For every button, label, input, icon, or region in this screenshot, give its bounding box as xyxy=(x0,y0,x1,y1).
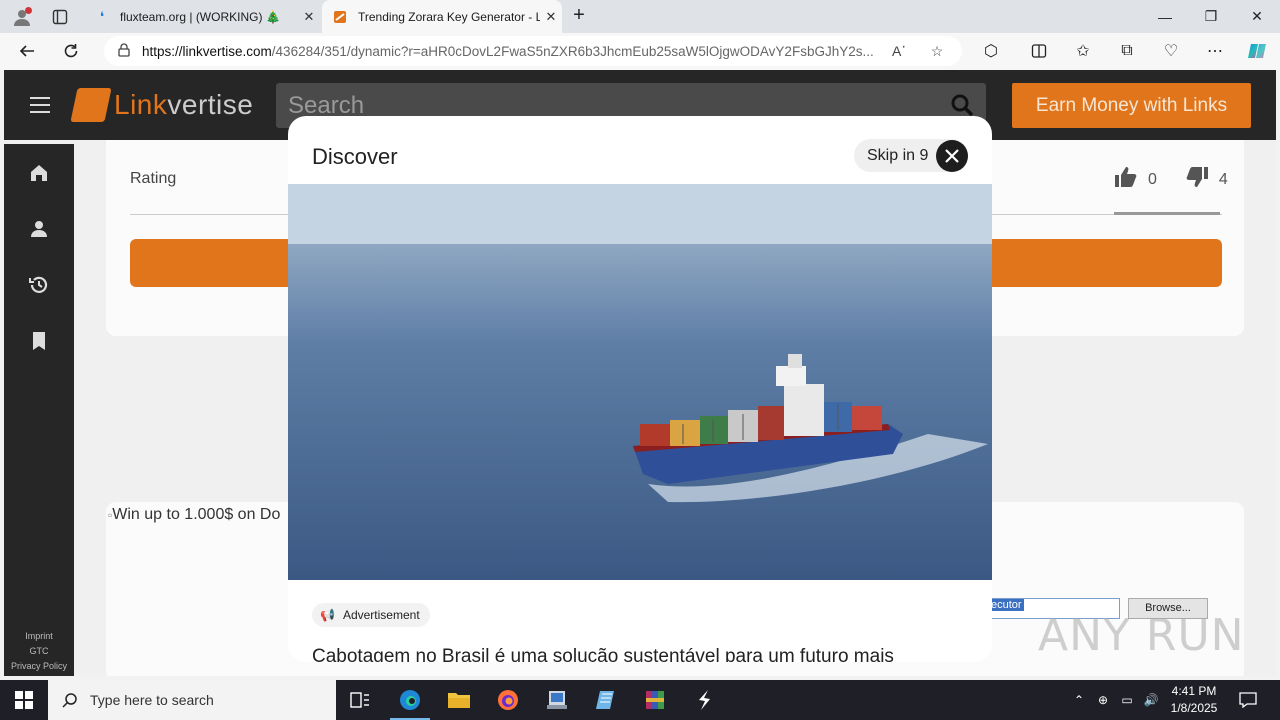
home-icon[interactable] xyxy=(28,162,50,184)
address-bar[interactable]: https://linkvertise.com/436284/351/dynam… xyxy=(104,36,962,66)
restore-icon[interactable]: ❐ xyxy=(1188,0,1234,33)
tab-fluxteam[interactable]: ❛ fluxteam.org | (WORKING) 🎄 ✕ xyxy=(84,0,320,33)
task-view-icon[interactable] xyxy=(336,680,384,720)
tab-title: Trending Zorara Key Generator - L xyxy=(358,9,540,24)
close-icon xyxy=(945,149,959,163)
clock-date: 1/8/2025 xyxy=(1170,701,1218,715)
firefox-icon[interactable] xyxy=(484,680,532,720)
modal-title: Discover xyxy=(312,144,398,169)
search-icon xyxy=(62,693,77,708)
sidebar-footer: Imprint GTC Privacy Policy xyxy=(4,629,74,674)
read-aloud-icon[interactable]: A᾿ xyxy=(884,36,914,66)
close-modal-button[interactable] xyxy=(936,140,968,172)
discover-ad-modal: Discover Skip in 9 📢 Advertisement Cabot… xyxy=(288,116,992,662)
profile-icon[interactable] xyxy=(8,4,36,30)
user-icon[interactable] xyxy=(28,218,50,240)
skip-text: Skip in 9 xyxy=(867,146,929,164)
logo-text-prefix: Link xyxy=(114,89,168,120)
tab-linkvertise[interactable]: Trending Zorara Key Generator - L ✕ xyxy=(322,0,562,33)
browser-essentials-icon[interactable]: ♡ xyxy=(1156,37,1186,65)
ad-hero-image[interactable] xyxy=(288,184,992,580)
dislike-count: 4 xyxy=(1218,170,1228,188)
notepad-icon[interactable] xyxy=(582,680,630,720)
close-tab-icon[interactable]: ✕ xyxy=(298,9,320,25)
privacy-policy-link[interactable]: Privacy Policy xyxy=(4,659,74,674)
ad-label: Advertisement xyxy=(342,608,420,622)
linkvertise-logo[interactable]: Linkvertise xyxy=(70,88,254,122)
new-tab-icon[interactable]: + xyxy=(566,5,592,27)
linkvertise-favicon-icon xyxy=(332,9,348,25)
thumbs-up-icon xyxy=(1114,166,1138,193)
close-tab-icon[interactable]: ✕ xyxy=(540,9,562,25)
collections-icon[interactable]: ⧉ xyxy=(1112,37,1142,65)
system-clock[interactable]: 4:41 PM 1/8/2025 xyxy=(1164,683,1224,717)
taskbar-search-input[interactable]: Type here to search xyxy=(48,680,336,720)
back-icon[interactable] xyxy=(12,37,42,65)
logo-mark-icon xyxy=(70,88,112,122)
dislike-button[interactable]: 4 xyxy=(1185,166,1228,193)
history-icon[interactable] xyxy=(28,274,50,296)
rating-label: Rating xyxy=(130,170,177,187)
gtc-link[interactable]: GTC xyxy=(4,644,74,659)
show-hidden-icons[interactable]: ⌃ xyxy=(1068,680,1090,720)
notification-icon[interactable] xyxy=(1232,680,1264,720)
executor-app-icon[interactable] xyxy=(680,680,728,720)
security-tray-icon[interactable]: ⊕ xyxy=(1092,680,1114,720)
watermark-text: ANY RUN xyxy=(1038,610,1245,661)
favorite-star-icon[interactable]: ☆ xyxy=(922,36,952,66)
rating-ratio-bar xyxy=(1114,212,1220,215)
rating-votes: 0 4 xyxy=(1114,166,1256,193)
browser-tab-strip: ❛ fluxteam.org | (WORKING) 🎄 ✕ Trending … xyxy=(0,0,1280,33)
megaphone-icon: 📢 xyxy=(320,608,335,622)
advertisement-badge: 📢 Advertisement xyxy=(312,603,430,627)
fluxteam-favicon-icon: ❛ xyxy=(99,8,105,24)
clock-time: 4:41 PM xyxy=(1171,684,1217,698)
anyrun-watermark: ANY RUN xyxy=(1038,610,1245,661)
windows-logo-icon xyxy=(15,691,33,709)
favorites-icon[interactable]: ✩ xyxy=(1068,37,1098,65)
thumbs-down-icon xyxy=(1185,166,1209,193)
settings-menu-icon[interactable]: ⋯ xyxy=(1200,37,1230,65)
app-installer-icon[interactable] xyxy=(533,680,581,720)
browser-toolbar: https://linkvertise.com/436284/351/dynam… xyxy=(0,33,1280,70)
refresh-icon[interactable] xyxy=(56,37,86,65)
file-explorer-icon[interactable] xyxy=(435,680,483,720)
bookmark-icon[interactable] xyxy=(28,330,50,352)
winrar-icon[interactable] xyxy=(631,680,679,720)
menu-icon[interactable] xyxy=(30,97,50,113)
broken-ad-image[interactable]: ▫Win up to 1.000$ on Do xyxy=(108,506,280,524)
copilot-icon[interactable] xyxy=(1242,37,1272,65)
split-screen-icon[interactable] xyxy=(1024,37,1054,65)
container-ship-image xyxy=(288,184,992,580)
lock-icon xyxy=(118,42,130,60)
like-button[interactable]: 0 xyxy=(1114,166,1157,193)
logo-text-suffix: vertise xyxy=(167,89,254,120)
extensions-icon[interactable]: ⬡ xyxy=(976,37,1006,65)
taskbar-search-placeholder: Type here to search xyxy=(90,692,214,708)
start-button[interactable] xyxy=(0,680,48,720)
url-host: https://linkvertise.com xyxy=(142,43,272,59)
ad-headline[interactable]: Cabotagem no Brasil é uma solução susten… xyxy=(312,646,894,662)
volume-icon[interactable]: 🔊 xyxy=(1140,680,1162,720)
windows-taskbar: Type here to search ⌃ ⊕ ▭ 🔊 4:41 PM 1/8/… xyxy=(0,680,1280,720)
like-count: 0 xyxy=(1148,170,1157,188)
imprint-link[interactable]: Imprint xyxy=(4,629,74,644)
edge-taskbar-icon[interactable] xyxy=(386,680,434,720)
minimize-icon[interactable]: — xyxy=(1142,0,1188,33)
close-window-icon[interactable]: ✕ xyxy=(1234,0,1280,33)
tab-actions-icon[interactable] xyxy=(46,4,74,30)
network-icon[interactable]: ▭ xyxy=(1116,680,1138,720)
url-path: /436284/351/dynamic?r=aHR0cDovL2FwaS5nZX… xyxy=(271,43,874,59)
site-sidebar: Imprint GTC Privacy Policy xyxy=(4,144,74,676)
tab-title: fluxteam.org | (WORKING) 🎄 xyxy=(120,9,281,24)
earn-money-button[interactable]: Earn Money with Links xyxy=(1012,83,1251,128)
